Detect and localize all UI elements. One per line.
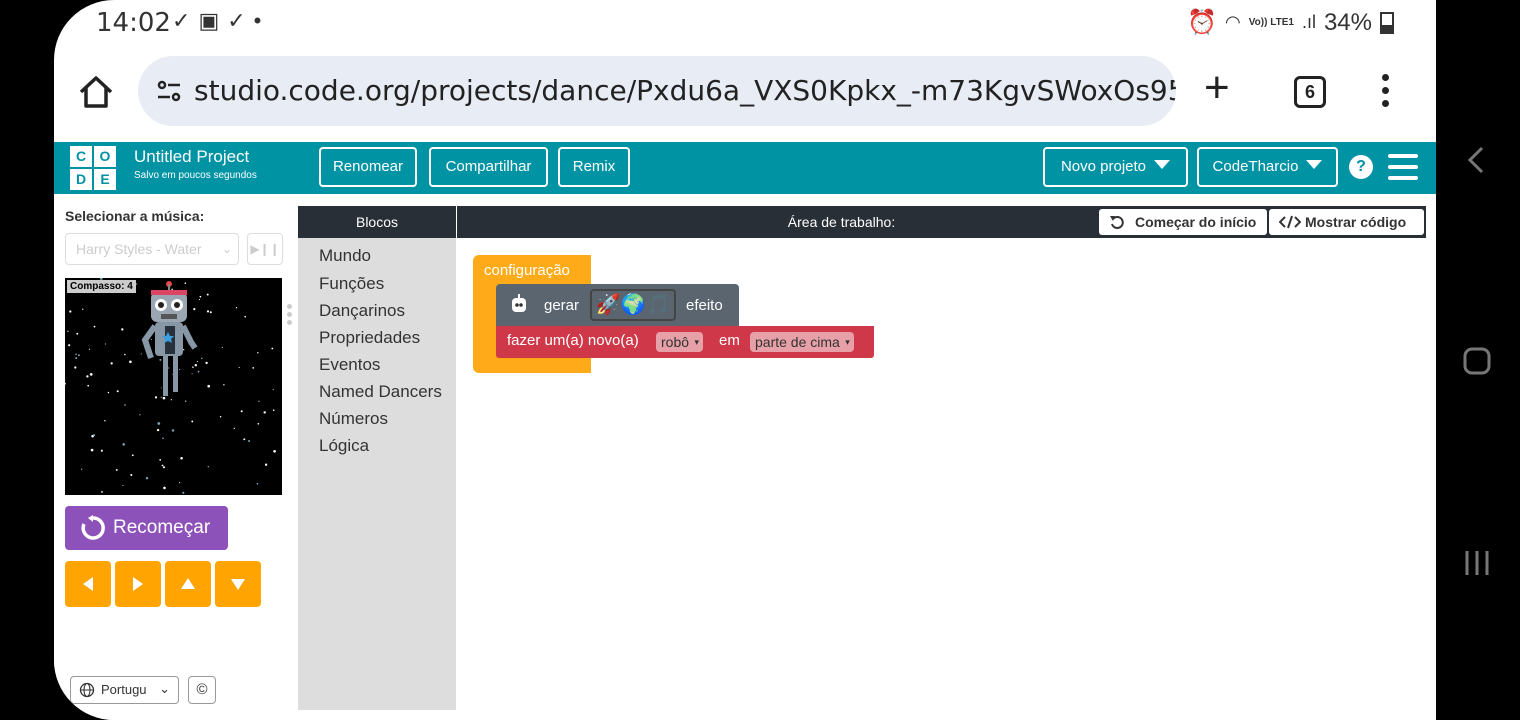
category-mundo[interactable]: Mundo <box>319 246 371 266</box>
chevron-down-icon: ⌄ <box>159 681 170 696</box>
category-funcoes[interactable]: Funções <box>319 274 384 294</box>
restart-icon <box>81 515 105 540</box>
category-propriedades[interactable]: Propriedades <box>319 328 420 348</box>
network-label: Vo)) LTE1 <box>1248 17 1294 28</box>
start-over-button[interactable]: Começar do início <box>1099 209 1267 235</box>
category-eventos[interactable]: Eventos <box>319 355 380 375</box>
globe-icon <box>79 682 95 698</box>
category-logica[interactable]: Lógica <box>319 436 369 456</box>
workspace-header: Área de trabalho: Começar do início Most… <box>457 206 1426 238</box>
remix-button[interactable]: Remix <box>558 147 630 187</box>
show-code-label: Mostrar código <box>1305 214 1407 230</box>
tab-switcher-button[interactable]: 6 <box>1294 76 1326 108</box>
nav-back-icon[interactable] <box>1462 140 1492 180</box>
browser-menu-icon[interactable] <box>1380 74 1390 110</box>
new-tab-icon[interactable]: + <box>1204 66 1230 110</box>
left-arrow-icon <box>83 577 93 591</box>
url-bar[interactable]: studio.code.org/projects/dance/Pxdu6a_VX… <box>138 56 1176 126</box>
url-text: studio.code.org/projects/dance/Pxdu6a_VX… <box>194 74 1176 107</box>
robot-dancer <box>141 281 198 396</box>
browser-bar: studio.code.org/projects/dance/Pxdu6a_VX… <box>54 52 1436 132</box>
up-arrow-icon <box>181 578 195 589</box>
project-title: Untitled Project <box>134 147 250 166</box>
restart-button[interactable]: Recomeçar <box>65 506 228 550</box>
share-button[interactable]: Compartilhar <box>429 147 548 187</box>
code-logo[interactable]: CO DE <box>70 146 116 190</box>
effect-emoji-dropdown[interactable]: 🚀🌍🎵 <box>590 289 676 321</box>
restart-label: Recomeçar <box>113 517 211 538</box>
left-panel: Selecionar a música: Harry Styles - Wate… <box>54 194 298 720</box>
location-dropdown[interactable]: parte de cima <box>750 332 854 352</box>
down-arrow-button[interactable] <box>215 561 261 607</box>
hamburger-menu-icon[interactable] <box>1388 154 1418 180</box>
code-header: CO DE Untitled Project Salvo em poucos s… <box>54 142 1436 194</box>
toolbox: Mundo Funções Dançarinos Propriedades Ev… <box>298 238 456 710</box>
user-name: CodeTharcio <box>1212 158 1299 175</box>
category-numeros[interactable]: Números <box>319 409 388 429</box>
help-icon[interactable]: ? <box>1349 155 1373 179</box>
caret-down-icon <box>1154 160 1171 169</box>
new-project-label: Novo projeto <box>1060 158 1147 175</box>
starfield <box>65 278 276 494</box>
home-icon[interactable] <box>76 72 116 112</box>
battery-icon <box>1380 11 1394 34</box>
status-right: ⏰ ◠ Vo)) LTE1 .ıl 34% <box>1187 8 1394 37</box>
project-save-status: Salvo em poucos segundos <box>134 170 257 181</box>
background-effect-block[interactable]: gerar 🚀🌍🎵 efeito <box>496 284 739 326</box>
category-named-dancers[interactable]: Named Dancers <box>319 382 442 402</box>
code-icon <box>1279 215 1301 229</box>
signal-icon: .ıl <box>1301 12 1316 32</box>
make-dancer-label: fazer um(a) novo(a) <box>507 332 639 349</box>
status-time: 14:02 <box>96 8 171 38</box>
image-icon: ▣ <box>198 8 228 33</box>
check-icon: ✓ <box>172 8 199 33</box>
notification-icons: ✓▣✓• <box>172 8 269 34</box>
new-project-dropdown[interactable]: Novo projeto <box>1043 147 1188 187</box>
phone-screen: 14:02 ✓▣✓• ⏰ ◠ Vo)) LTE1 .ıl 34% studio.… <box>54 0 1436 720</box>
site-settings-icon[interactable] <box>154 76 184 106</box>
toolbox-header: Blocos <box>298 206 456 238</box>
effect-generate-label: gerar <box>544 297 580 314</box>
nav-home-icon[interactable] <box>1462 346 1492 376</box>
left-arrow-button[interactable] <box>65 561 111 607</box>
right-arrow-button[interactable] <box>115 561 161 607</box>
battery-percent: 34% <box>1323 8 1372 36</box>
rename-button[interactable]: Renomear <box>319 147 417 187</box>
check-icon: ✓ <box>227 8 254 33</box>
right-arrow-icon <box>133 577 143 591</box>
undo-icon <box>1110 216 1124 229</box>
effect-label: efeito <box>686 297 723 314</box>
up-arrow-button[interactable] <box>165 561 211 607</box>
measure-label: Compasso: 4 <box>67 280 136 293</box>
show-code-button[interactable]: Mostrar código <box>1269 209 1424 235</box>
music-label: Selecionar a música: <box>65 208 205 224</box>
status-bar: 14:02 ✓▣✓• ⏰ ◠ Vo)) LTE1 .ıl 34% <box>54 0 1436 44</box>
start-over-label: Começar do início <box>1135 214 1257 230</box>
make-in-label: em <box>719 332 740 349</box>
wifi-icon: ◠ <box>1225 12 1241 32</box>
dot-icon: • <box>253 8 270 33</box>
nav-recent-apps-icon[interactable] <box>1462 548 1492 578</box>
copyright-button[interactable]: © <box>188 676 216 704</box>
category-dancarinos[interactable]: Dançarinos <box>319 301 405 321</box>
resize-handle[interactable] <box>287 304 293 328</box>
down-arrow-icon <box>231 579 245 590</box>
caret-down-icon <box>1306 160 1323 169</box>
make-dancer-block[interactable]: fazer um(a) novo(a) robô em parte de cim… <box>496 326 874 358</box>
user-dropdown[interactable]: CodeTharcio <box>1197 147 1338 187</box>
chevron-down-icon: ⌄ <box>221 242 232 256</box>
dancer-type-dropdown[interactable]: robô <box>656 332 704 352</box>
alarm-icon: ⏰ <box>1187 9 1218 36</box>
music-select[interactable]: Harry Styles - Water ⌄ <box>65 233 239 265</box>
workspace-canvas[interactable]: configuração gerar 🚀🌍🎵 efeito fazer um(a… <box>456 238 1426 710</box>
preview-music-button[interactable]: ▶❙❙ <box>247 233 283 265</box>
music-select-value: Harry Styles - Water <box>76 241 202 257</box>
language-select[interactable]: Portugu ⌄ <box>70 676 179 704</box>
robot-icon <box>512 294 526 312</box>
setup-label: configuração <box>484 262 570 279</box>
dance-stage: Compasso: 4 <box>65 278 282 495</box>
language-value: Portugu <box>101 682 147 697</box>
